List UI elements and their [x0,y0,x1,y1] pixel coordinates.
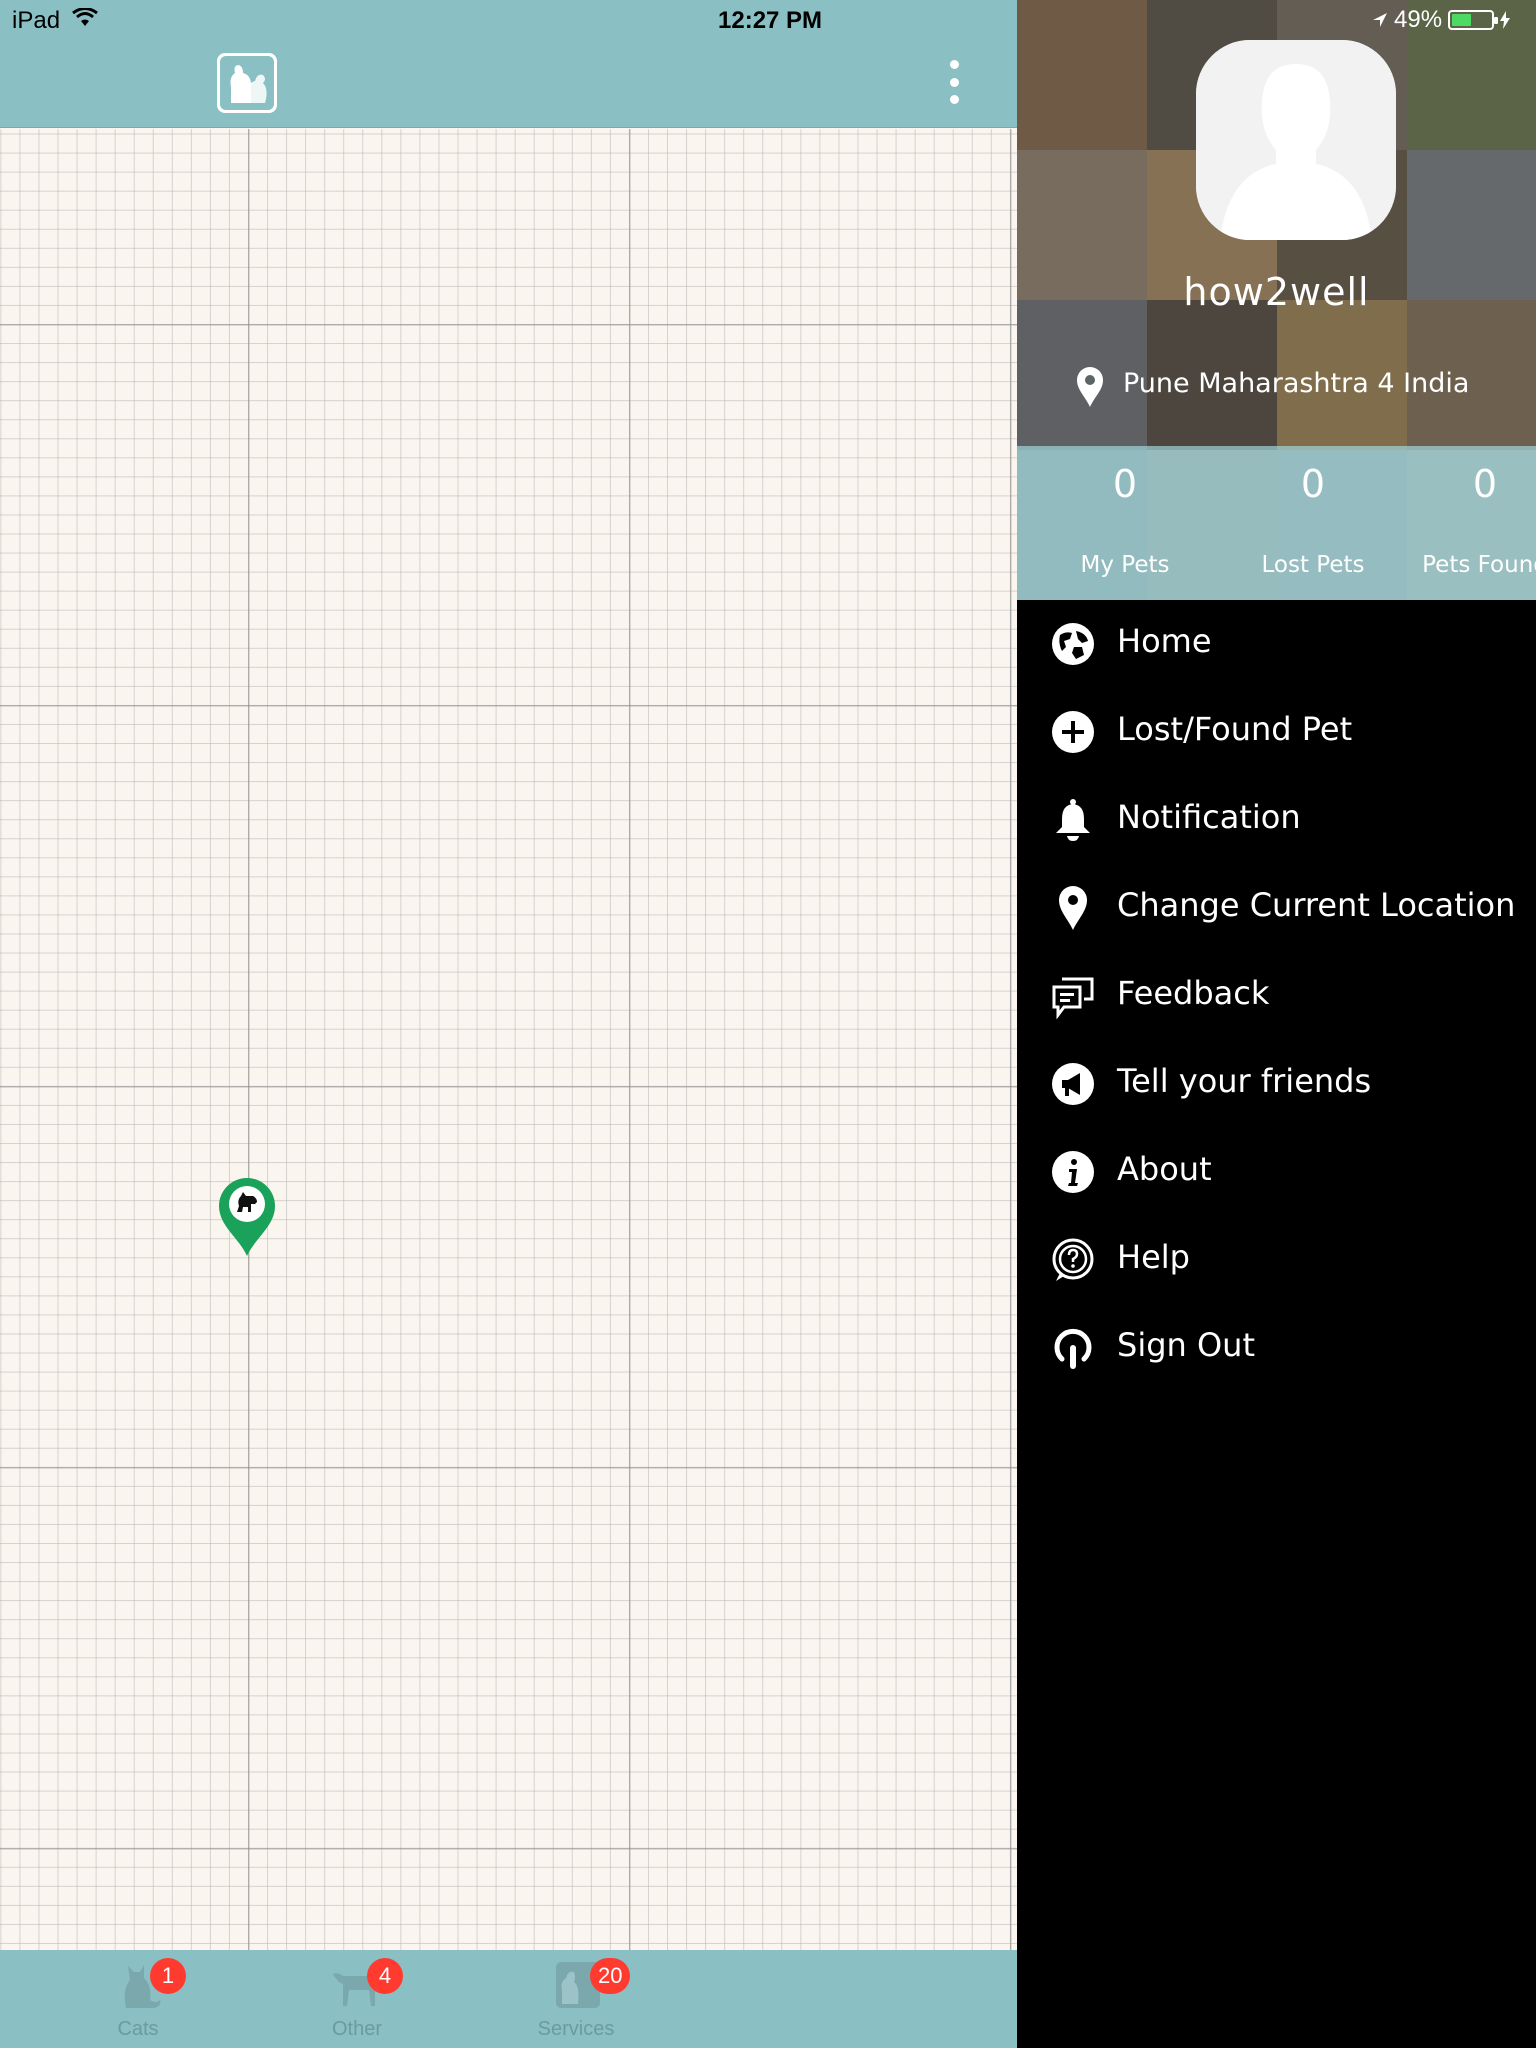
notification-badge: 20 [590,1958,631,1994]
map-view[interactable] [0,129,1017,2037]
more-vertical-icon[interactable] [941,56,967,108]
battery-percent: 49% [1394,6,1443,33]
menu-label: Sign Out [1117,1326,1255,1364]
charging-bolt-icon [1500,11,1511,29]
stat-value: 0 [1112,462,1138,506]
user-location: Pune Maharashtra 4 India [1123,368,1470,399]
menu-label: Tell your friends [1117,1062,1372,1100]
menu-label: Lost/Found Pet [1117,710,1353,748]
device-name: iPad [12,7,61,34]
tab-label: Cats [117,2018,159,2040]
menu-item-change-location[interactable]: Change Current Location [1017,864,1536,952]
main-screen: Cats 1 Other 4 Services 20 [0,0,1017,2048]
menu-item-feedback[interactable]: Feedback [1017,952,1536,1040]
clock: 12:27 PM [718,7,823,34]
menu-label: Help [1117,1238,1190,1276]
tab-other[interactable]: Other 4 [287,1950,427,2048]
status-indicators: 49% [1372,6,1511,34]
stat-label: Pets Found [1422,552,1536,578]
status-bar: iPad 12:27 PM 49% [0,0,1536,40]
pet-stats: 0 My Pets 0 Lost Pets 0 Pets Found [1017,446,1536,600]
location-arrow-icon [1373,13,1387,27]
tab-cats[interactable]: Cats 1 [68,1950,208,2048]
menu-item-sign-out[interactable]: Sign Out [1017,1304,1536,1392]
battery-level [1452,14,1472,26]
menu-label: Feedback [1117,974,1270,1012]
stat-label: My Pets [1080,552,1170,578]
menu-item-about[interactable]: About [1017,1128,1536,1216]
menu-item-tell-friends[interactable]: Tell your friends [1017,1040,1536,1128]
tab-services[interactable]: Services 20 [506,1950,646,2048]
tab-label: Other [331,2018,383,2040]
location-pin-icon [1059,886,1087,930]
stat-lost-pets[interactable]: 0 Lost Pets [1218,446,1408,600]
stat-my-pets[interactable]: 0 My Pets [1030,446,1220,600]
stat-pets-found[interactable]: 0 Pets Found [1400,446,1536,600]
info-icon [1052,1151,1094,1193]
tab-bar: Cats 1 Other 4 Services 20 [0,1950,1017,2048]
dog-marker-icon[interactable] [217,1176,277,1258]
menu-label: Change Current Location [1117,886,1516,924]
avatar[interactable] [1196,40,1396,240]
menu-item-help[interactable]: Help [1017,1216,1536,1304]
notification-badge: 4 [367,1958,403,1994]
menu-label: Home [1117,622,1212,660]
stat-label: Lost Pets [1261,552,1365,578]
menu-item-lost-found-pet[interactable]: Lost/Found Pet [1017,688,1536,776]
username: how2well [1183,270,1370,314]
sign-out-icon [1054,1328,1092,1369]
battery-icon [1448,10,1499,30]
help-icon [1052,1238,1094,1281]
wifi-icon [72,8,98,26]
side-drawer: how2well Pune Maharashtra 4 India 0 My P… [1017,0,1536,2048]
globe-icon [1052,623,1094,665]
stat-value: 0 [1300,462,1326,506]
pets-logo-icon[interactable] [217,53,277,113]
tab-label: Services [537,2018,615,2040]
plus-circle-icon [1052,711,1094,753]
menu-label: About [1117,1150,1212,1188]
profile-header: how2well Pune Maharashtra 4 India 0 My P… [1017,0,1536,600]
stat-value: 0 [1472,462,1498,506]
bell-icon [1056,799,1090,841]
chat-icon [1052,977,1094,1019]
notification-badge: 1 [150,1958,186,1994]
location-pin-icon [1077,367,1103,407]
menu-label: Notification [1117,798,1301,836]
megaphone-icon [1052,1063,1094,1105]
menu-item-home[interactable]: Home [1017,600,1536,688]
menu-item-notification[interactable]: Notification [1017,776,1536,864]
